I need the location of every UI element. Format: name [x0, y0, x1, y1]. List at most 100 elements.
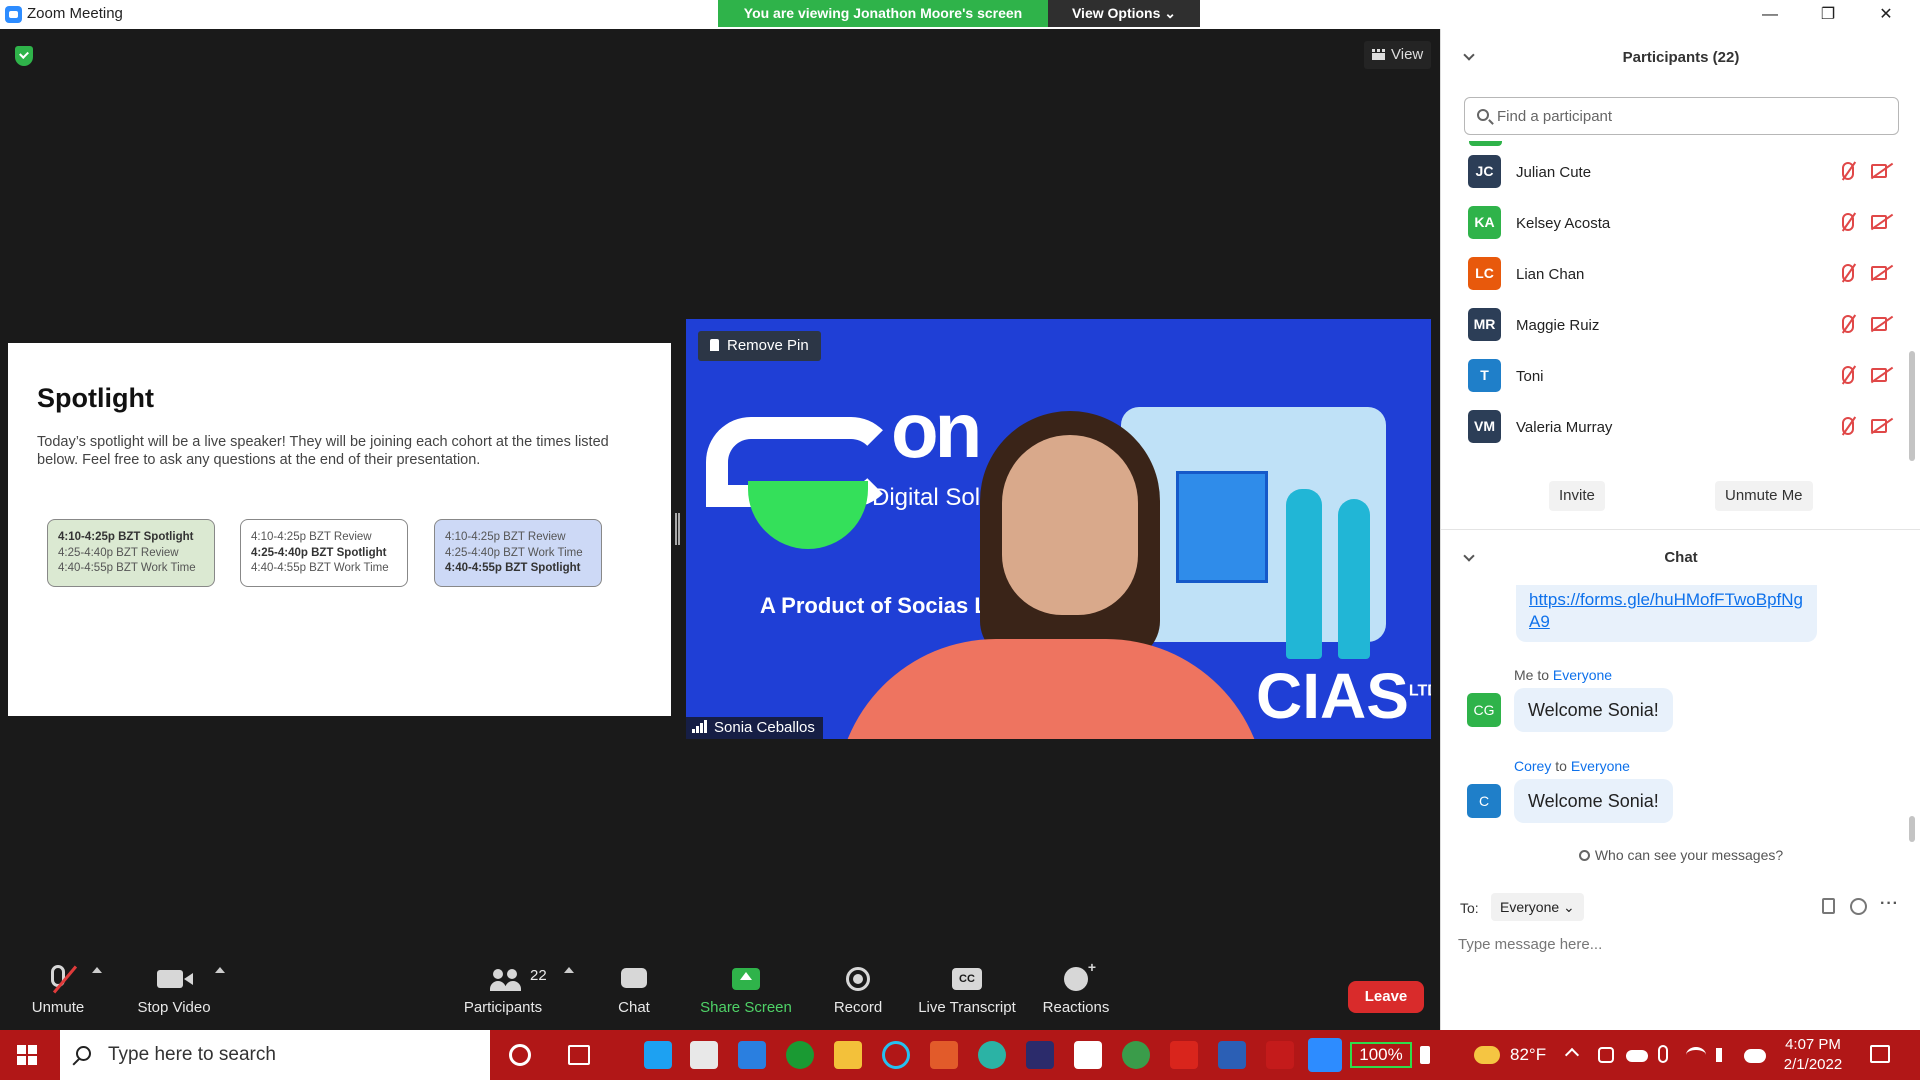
to-label: To: [1460, 900, 1479, 916]
participant-search-input[interactable] [1497, 104, 1887, 128]
participants-scrollbar[interactable] [1909, 351, 1915, 461]
battery-indicator[interactable]: 100% [1350, 1042, 1412, 1068]
share-screen-button[interactable]: Share Screen [700, 965, 792, 1016]
slack-icon[interactable] [1074, 1041, 1102, 1069]
participant-row[interactable]: T Toni [1441, 352, 1911, 403]
remove-pin-button[interactable]: Remove Pin [698, 331, 821, 361]
record-label: Record [833, 999, 883, 1016]
view-button[interactable]: View [1364, 41, 1432, 69]
video-options-caret-icon[interactable] [215, 967, 225, 973]
form-link[interactable]: https://forms.gle/huHMofFTwoBpfNgA9 [1529, 590, 1803, 631]
zoom-icon[interactable] [1308, 1038, 1342, 1072]
mail-icon[interactable] [738, 1041, 766, 1069]
store-icon[interactable] [690, 1041, 718, 1069]
participant-row[interactable]: VM Valeria Murray [1441, 403, 1911, 454]
emoji-icon[interactable] [1850, 898, 1867, 915]
clock-date: 2/1/2022 [1783, 1056, 1843, 1073]
temperature[interactable]: 82°F [1510, 1030, 1546, 1080]
shared-slide: Spotlight Today’s spotlight will be a li… [8, 343, 671, 716]
onedrive-icon[interactable] [1744, 1049, 1766, 1063]
logo-on-text: on [891, 386, 982, 474]
participants-options-caret-icon[interactable] [564, 967, 574, 973]
system-clock[interactable]: 4:07 PM 2/1/2022 [1768, 1035, 1858, 1075]
alexa-icon[interactable] [882, 1041, 910, 1069]
xbox-icon[interactable] [786, 1041, 814, 1069]
file-explorer-icon[interactable] [834, 1041, 862, 1069]
view-options-button[interactable]: View Options ⌄ [1048, 0, 1200, 27]
mcafee-icon[interactable] [1266, 1041, 1294, 1069]
participant-row[interactable]: LC Lian Chan [1441, 250, 1911, 301]
audio-options-caret-icon[interactable] [92, 967, 102, 973]
message-recipient[interactable]: Everyone [1571, 758, 1630, 774]
participant-row[interactable]: MR Maggie Ruiz [1441, 301, 1911, 352]
word-icon[interactable] [1218, 1041, 1246, 1069]
meeting-area: View Spotlight Today’s spotlight will be… [0, 29, 1440, 1030]
chat-button[interactable]: Chat [614, 965, 654, 1016]
wifi-icon[interactable] [1686, 1047, 1706, 1063]
unmute-label: Unmute [31, 999, 85, 1016]
message-visibility-link[interactable]: Who can see your messages? [1441, 847, 1920, 863]
encryption-shield-icon[interactable] [15, 46, 33, 66]
participant-search-field[interactable] [1464, 97, 1899, 135]
cloud-icon[interactable] [1626, 1050, 1648, 1062]
windows-start-icon[interactable] [17, 1045, 37, 1065]
message-sender[interactable]: Corey [1514, 758, 1551, 774]
invite-button[interactable]: Invite [1549, 481, 1605, 511]
participant-avatar: MR [1468, 308, 1501, 341]
cortana-icon[interactable] [509, 1044, 531, 1066]
muted-microphone-icon [1842, 264, 1854, 282]
chat-scrollbar[interactable] [1909, 816, 1915, 842]
device-icon[interactable] [1598, 1047, 1614, 1063]
share-screen-label: Share Screen [700, 999, 792, 1016]
leave-button[interactable]: Leave [1348, 981, 1424, 1013]
live-transcript-button[interactable]: CC Live Transcript [916, 965, 1018, 1016]
split-drag-handle[interactable] [675, 513, 680, 545]
acrobat-icon[interactable] [1170, 1041, 1198, 1069]
participant-row[interactable]: KA Kelsey Acosta [1441, 199, 1911, 250]
office-icon[interactable] [930, 1041, 958, 1069]
cohort-schedule-2: 4:10-4:25p BZT Review 4:25-4:40p BZT Spo… [240, 519, 408, 587]
chat-message-input[interactable] [1458, 929, 1898, 959]
clock-time: 4:07 PM [1785, 1036, 1841, 1053]
minimize-button[interactable]: — [1742, 0, 1798, 29]
more-options-icon[interactable]: ··· [1880, 895, 1899, 913]
microphone-icon[interactable] [1658, 1045, 1668, 1063]
background-figure [1286, 489, 1322, 659]
remove-pin-label: Remove Pin [727, 337, 809, 354]
message-to-word: to [1537, 667, 1550, 683]
meeting-toolbar: Unmute Stop Video 22 Participants Chat S… [0, 955, 1440, 1030]
cohort-line: 4:25-4:40p BZT Review [58, 546, 179, 559]
plug-icon[interactable] [1420, 1046, 1430, 1064]
unmute-button[interactable]: Unmute [22, 965, 94, 1016]
l-app-icon[interactable] [644, 1041, 672, 1069]
taskbar-search-input[interactable] [108, 1043, 468, 1067]
file-icon[interactable] [1822, 898, 1835, 914]
stop-video-button[interactable]: Stop Video [132, 965, 216, 1016]
live-transcript-label: Live Transcript [918, 999, 1016, 1016]
chat-message-bubble: Welcome Sonia! [1514, 779, 1673, 823]
show-hidden-icons-chevron-icon[interactable] [1564, 1047, 1580, 1063]
participant-row[interactable]: JC Julian Cute [1441, 148, 1911, 199]
recipient-dropdown[interactable]: Everyone ⌄ [1491, 893, 1584, 921]
message-header: Corey to Everyone [1514, 758, 1630, 774]
unmute-me-button[interactable]: Unmute Me [1715, 481, 1813, 511]
volume-icon[interactable] [1716, 1048, 1732, 1062]
weather-icon[interactable] [1474, 1046, 1500, 1064]
taskbar-search-box[interactable] [60, 1030, 490, 1080]
restore-button[interactable]: ❐ [1800, 0, 1856, 29]
task-view-icon[interactable] [568, 1045, 590, 1065]
video-off-icon [1871, 317, 1887, 331]
chrome-icon[interactable] [1122, 1041, 1150, 1069]
webex-icon[interactable] [1026, 1041, 1054, 1069]
message-recipient[interactable]: Everyone [1553, 667, 1612, 683]
reactions-icon [1064, 959, 1096, 991]
video-off-icon [1871, 164, 1887, 178]
participants-button[interactable]: 22 Participants [462, 965, 547, 1016]
logo-socias-text: CIASLTD [1256, 659, 1431, 733]
close-button[interactable]: ✕ [1858, 0, 1914, 29]
edge-icon[interactable] [978, 1041, 1006, 1069]
record-button[interactable]: Record [828, 965, 888, 1016]
reactions-button[interactable]: Reactions [1040, 959, 1112, 1016]
pinned-video-tile[interactable]: on Digital Sol A Product of Socias LT CI… [686, 319, 1431, 739]
notifications-icon[interactable] [1870, 1045, 1890, 1063]
